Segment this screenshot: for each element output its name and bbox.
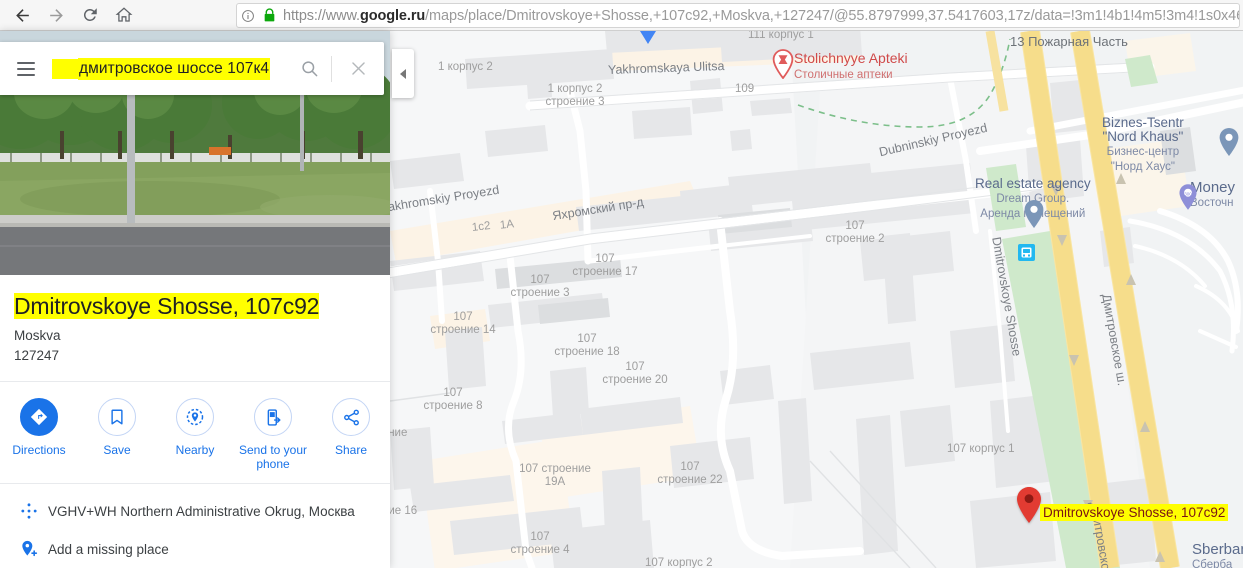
browser-window: https://www.google.ru/maps/place/Dmitrov… [0,0,1243,568]
hamburger-menu-icon[interactable] [0,61,52,76]
directions-label: Directions [12,443,66,457]
plus-code-row[interactable]: VGHV+WH Northern Administrative Okrug, М… [0,492,390,530]
map-search-box[interactable]: дмитровское шоссе 107к4 [0,42,384,95]
home-button[interactable] [108,0,140,30]
plus-code-label: VGHV+WH Northern Administrative Okrug, М… [48,503,355,519]
place-marker-label: Dmitrovskoye Shosse, 107c92 [1040,504,1229,521]
reload-button[interactable] [74,0,106,30]
map-vector-layer [390,31,1243,568]
share-label: Share [334,443,368,457]
send-to-phone-button[interactable]: Send to your phone [234,398,312,471]
nearby-label: Nearby [175,443,215,457]
navigation-buttons [0,0,140,30]
share-icon [332,398,370,436]
place-postal-code: 127247 [14,348,60,363]
browser-toolbar: https://www.google.ru/maps/place/Dmitrov… [0,0,1243,31]
send-to-phone-label: Send to your phone [238,443,308,471]
save-button[interactable]: Save [78,398,156,457]
share-button[interactable]: Share [312,398,390,457]
save-label: Save [103,443,131,457]
search-icon[interactable] [287,59,331,78]
collapse-left-icon [400,68,406,79]
page-title: Dmitrovskoye Shosse, 107c92 [14,293,320,319]
place-detail-rows: VGHV+WH Northern Administrative Okrug, М… [0,483,390,568]
close-icon[interactable] [332,59,384,78]
add-missing-place-label: Add a missing place [48,541,169,557]
nearby-button[interactable]: Nearby [156,398,234,457]
search-input-value: дмитровское шоссе 107к4 [78,57,271,80]
url-text: https://www.google.ru/maps/place/Dmitrov… [283,7,1239,24]
nearby-search-icon [176,398,214,436]
info-circle-icon[interactable] [237,9,259,23]
place-title-row: Dmitrovskoye Shosse, 107c92 [0,275,390,321]
search-highlight-pad [52,58,78,79]
forward-button[interactable] [40,0,72,30]
search-input[interactable]: дмитровское шоссе 107к4 [52,57,287,80]
directions-button[interactable]: Directions [0,398,78,457]
map-canvas[interactable]: 1 корпус 2 1 корпус 2 строение 3 109 111 … [390,31,1243,568]
plus-code-icon [10,501,48,521]
lock-icon [259,8,279,23]
send-to-phone-icon [254,398,292,436]
place-sidebar: дмитровское шоссе 107к4 Dmitrovskoye Sho… [0,31,390,568]
add-missing-place-row[interactable]: Add a missing place [0,530,390,568]
bookmark-icon [98,398,136,436]
place-city: Moskva [14,328,61,343]
back-button[interactable] [6,0,38,30]
place-info-panel: Dmitrovskoye Shosse, 107c92 Moskva 12724… [0,275,390,568]
directions-icon [20,398,58,436]
place-actions: Directions Save Nearby Send to your phon… [0,382,390,483]
collapse-sidebar-button[interactable] [392,49,414,98]
address-bar[interactable]: https://www.google.ru/maps/place/Dmitrov… [236,3,1240,28]
add-place-icon [10,539,48,559]
